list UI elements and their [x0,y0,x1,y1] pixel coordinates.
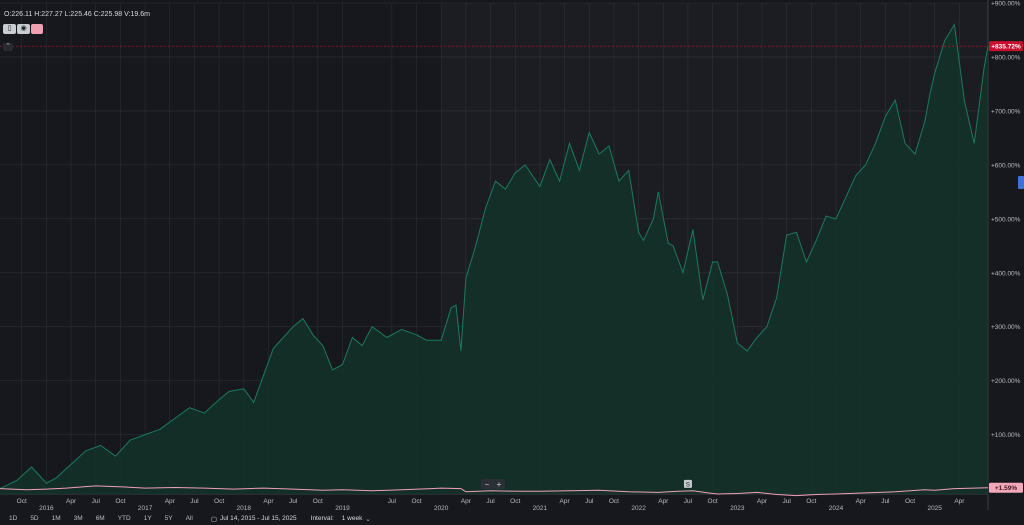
x-tick-label: Jul [388,498,397,505]
x-tick-label: Apr [954,498,965,505]
y-tick-label: +600.00% [991,162,1021,169]
range-1m[interactable]: 1M [52,515,61,522]
x-tick-label: Apr [263,498,274,505]
x-tick-label: Jul [486,498,495,505]
y-tick-label: +700.00% [991,108,1021,115]
x-tick-label: Oct [510,498,520,505]
x-tick-label: 2022 [631,505,646,512]
range-1d[interactable]: 1D [9,515,17,522]
y-tick-label: +200.00% [991,378,1021,385]
x-tick-label: 2016 [39,505,54,512]
x-axis: Oct 2016 Apr Jul Oct 2017 Apr Jul Oct 2018 Apr Jul O… [17,498,966,512]
x-tick-label: Apr [856,498,867,505]
x-tick-label: Jul [289,498,298,505]
x-tick-label: 2018 [237,505,252,512]
delete-icon[interactable]: ▯ [3,24,16,34]
x-tick-label: Jul [782,498,791,505]
collapse-icon[interactable]: ⌃ [3,43,13,51]
range-5y[interactable]: 5Y [165,515,173,522]
event-marker[interactable]: S [683,479,692,489]
x-tick-label: Apr [66,498,77,505]
x-tick-label: Oct [313,498,323,505]
x-tick-label: Apr [658,498,669,505]
x-tick-label: Jul [190,498,199,505]
x-tick-label: 2024 [829,505,844,512]
range-6m[interactable]: 6M [96,515,105,522]
y-tick-label: +500.00% [991,216,1021,223]
x-tick-label: Apr [461,498,472,505]
x-tick-label: 2025 [927,505,942,512]
last-value-badge-main: +835.72% [991,44,1021,51]
x-tick-label: Apr [165,498,176,505]
range-5d[interactable]: 5D [30,515,38,522]
x-tick-label: Apr [757,498,768,505]
x-tick-label: Oct [609,498,619,505]
x-tick-label: Jul [684,498,693,505]
x-tick-label: Apr [560,498,571,505]
x-tick-label: 2017 [138,505,153,512]
range-3m[interactable]: 3M [74,515,83,522]
y-tick-label: +100.00% [991,432,1021,439]
x-tick-label: Oct [411,498,421,505]
x-tick-label: Jul [881,498,890,505]
calendar-icon[interactable]: ▢ [211,515,217,523]
ohlc-readout: O:226.11 H:227.27 L:225.46 C:225.98 V:19… [4,11,150,18]
zoom-out-icon[interactable]: − [485,480,490,489]
legend-tools[interactable]: ▯ ◉ [3,24,51,34]
x-tick-label: 2019 [335,505,350,512]
x-tick-label: Oct [115,498,125,505]
x-tick-label: Oct [17,498,27,505]
eye-icon[interactable]: ◉ [17,24,30,34]
x-tick-label: Oct [806,498,816,505]
x-tick-label: Oct [708,498,718,505]
zoom-controls[interactable]: − + [481,479,505,489]
range-all[interactable]: All [186,515,193,522]
last-value-badge-compare: +1.59% [995,485,1017,492]
x-tick-label: Jul [585,498,594,505]
range-1y[interactable]: 1Y [144,515,152,522]
x-tick-label: 2020 [434,505,449,512]
event-marker-label[interactable]: S [686,481,691,488]
zoom-in-icon[interactable]: + [497,480,502,489]
scroll-handle[interactable] [1018,176,1024,189]
date-range[interactable]: Jul 14, 2015 - Jul 15, 2025 [220,515,297,522]
chevron-down-icon[interactable]: ⌄ [365,515,370,523]
y-tick-label: +900.00% [991,1,1021,8]
bottom-toolbar: 1D 5D 1M 3M 6M YTD 1Y 5Y All ▢ Jul 14, 2… [0,512,1024,525]
chart-canvas[interactable]: +100.00% +200.00% +300.00% +400.00% +500.00%… [0,0,1024,525]
x-tick-label: 2023 [730,505,745,512]
interval-label: Interval: [310,515,334,522]
y-tick-label: +800.00% [991,54,1021,61]
x-tick-label: 2021 [533,505,548,512]
y-tick-label: +300.00% [991,324,1021,331]
x-tick-label: Jul [92,498,101,505]
series-color-swatch[interactable] [31,24,43,34]
y-axis: +100.00% +200.00% +300.00% +400.00% +500.00%… [991,1,1021,440]
x-tick-label: Oct [905,498,915,505]
x-tick-label: Oct [214,498,224,505]
interval-select[interactable]: 1 week [342,515,363,522]
y-tick-label: +400.00% [991,270,1021,277]
range-ytd[interactable]: YTD [118,515,131,522]
